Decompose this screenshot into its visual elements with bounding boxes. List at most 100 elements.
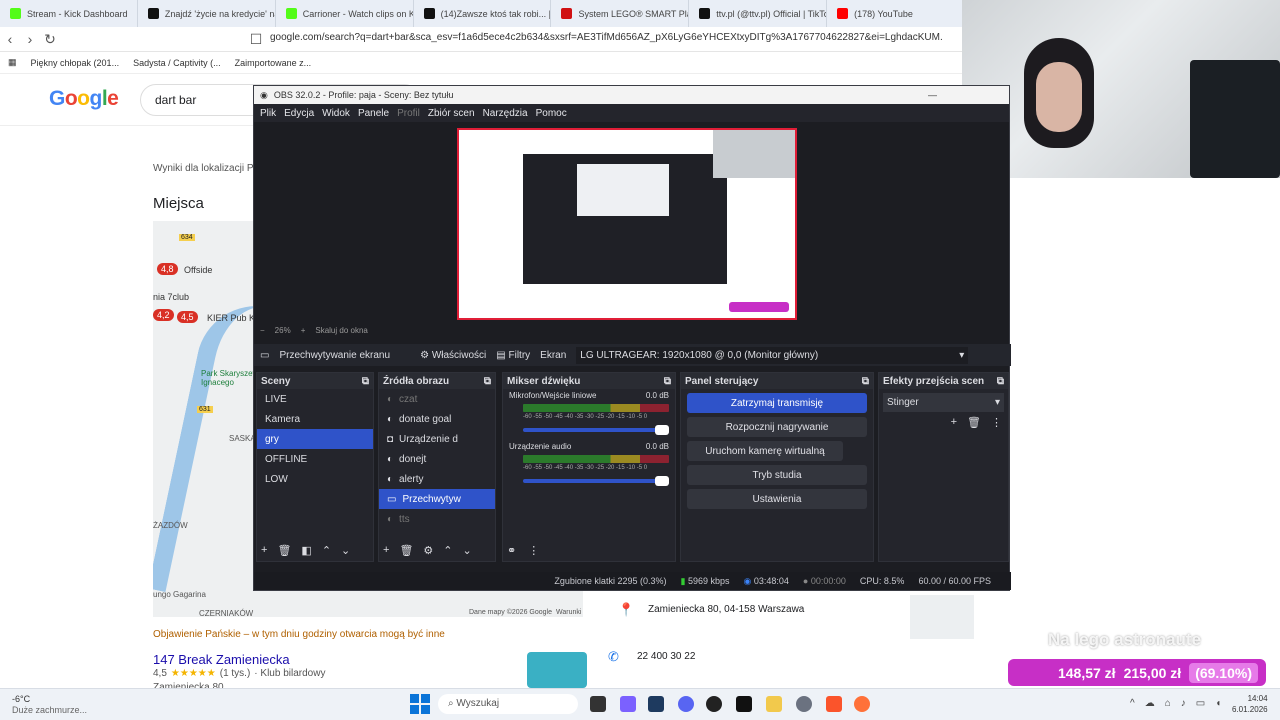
map-terms-link[interactable]: Warunki <box>556 609 581 616</box>
copilot-icon[interactable] <box>620 696 636 712</box>
menu-profil[interactable]: Profil <box>397 108 420 119</box>
bookmark-icon[interactable]: ☐ <box>246 31 266 48</box>
forward-icon[interactable]: › <box>20 31 40 47</box>
browser-tab[interactable]: (178) YouTube <box>827 0 966 27</box>
menu-edycja[interactable]: Edycja <box>284 108 314 119</box>
minimize-icon[interactable]: — <box>928 90 937 100</box>
brave-icon[interactable] <box>826 696 842 712</box>
tiktok-icon[interactable] <box>736 696 752 712</box>
store-icon[interactable] <box>648 696 664 712</box>
undock-icon[interactable]: ⧉ <box>997 376 1004 387</box>
up-icon[interactable]: ⌃ <box>322 544 331 557</box>
menu-widok[interactable]: Widok <box>322 108 350 119</box>
taskview-icon[interactable] <box>590 696 606 712</box>
display-icon[interactable]: ▭ <box>1196 698 1205 709</box>
result-reviews[interactable]: (1 tys.) <box>220 668 251 679</box>
obs-taskbar-icon[interactable] <box>706 696 722 712</box>
undock-icon[interactable]: ⧉ <box>484 376 491 387</box>
weather-widget[interactable]: -6°C Duże zachmurze... <box>12 694 87 716</box>
zoom-in-button[interactable]: + <box>301 326 306 335</box>
map-pin-rating[interactable]: 4,2 <box>153 309 174 321</box>
cloud-icon[interactable]: ☁ <box>1145 698 1155 709</box>
scene-item[interactable]: LIVE <box>257 389 373 409</box>
start-recording-button[interactable]: Rozpocznij nagrywanie <box>687 417 867 437</box>
obs-preview[interactable] <box>457 128 797 320</box>
gear-icon[interactable]: ⚙ <box>423 544 433 557</box>
settings-button[interactable]: Ustawienia <box>687 489 867 509</box>
apps-icon[interactable]: ▦ <box>8 57 17 68</box>
settings-icon[interactable] <box>796 696 812 712</box>
zoom-out-button[interactable]: − <box>260 326 265 335</box>
browser-tab[interactable]: ttv.pl (@ttv.pl) Official | TikTok <box>689 0 828 27</box>
discord-icon[interactable] <box>678 696 694 712</box>
source-item[interactable]: ◐ donejt <box>379 449 495 469</box>
down-icon[interactable]: ⌄ <box>341 544 350 557</box>
volume-icon[interactable]: ◖ <box>1215 698 1221 709</box>
menu-plik[interactable]: Plik <box>260 108 276 119</box>
down-icon[interactable]: ⌄ <box>463 544 472 557</box>
trash-icon[interactable]: 🗑 <box>967 416 981 429</box>
browser-tab[interactable]: System LEGO® SMART Play™ <box>551 0 690 27</box>
trash-icon[interactable]: 🗑 <box>399 544 413 557</box>
add-icon[interactable]: + <box>261 544 267 557</box>
properties-button[interactable]: ⚙ Właściwości <box>420 350 486 361</box>
link-icon[interactable]: ⚭ <box>507 544 516 557</box>
undock-icon[interactable]: ⧉ <box>862 376 869 387</box>
trash-icon[interactable]: 🗑 <box>277 544 291 557</box>
reload-icon[interactable]: ↻ <box>40 31 60 48</box>
slider-knob[interactable] <box>655 476 669 486</box>
add-icon[interactable]: + <box>951 416 957 429</box>
stop-stream-button[interactable]: Zatrzymaj transmisję <box>687 393 867 413</box>
result-thumbnail[interactable] <box>527 652 587 688</box>
filters-button[interactable]: ▤ Filtry <box>496 350 530 361</box>
back-icon[interactable]: ‹ <box>0 31 20 47</box>
more-icon[interactable]: ⋮ <box>528 544 539 557</box>
clock[interactable]: 14:04 6.01.2026 <box>1232 693 1268 715</box>
up-icon[interactable]: ⌃ <box>443 544 452 557</box>
browser-tab[interactable]: Znajdź 'życie na kredycie' na T <box>138 0 276 27</box>
google-logo[interactable]: Google <box>49 87 119 111</box>
menu-panele[interactable]: Panele <box>358 108 389 119</box>
map-pin-rating[interactable]: 4,8 <box>157 263 178 275</box>
scene-item[interactable]: OFFLINE <box>257 449 373 469</box>
bookmark-item-2[interactable]: Sadysta / Captivity (... <box>133 58 221 68</box>
chevron-up-icon[interactable]: ^ <box>1130 698 1135 709</box>
bookmark-item-1[interactable]: Piękny chłopak (201... <box>31 58 120 68</box>
scene-item[interactable]: Kamera <box>257 409 373 429</box>
source-item[interactable]: ◘ Urządzenie d <box>379 429 495 449</box>
menu-zbior-scen[interactable]: Zbiór scen <box>428 108 475 119</box>
source-item[interactable]: ◐ donate goal <box>379 409 495 429</box>
volume-slider[interactable] <box>523 476 669 486</box>
menu-pomoc[interactable]: Pomoc <box>536 108 567 119</box>
result-title[interactable]: 147 Break Zamieniecka <box>153 652 290 667</box>
source-item[interactable]: ◐ tts <box>379 509 495 529</box>
mic-icon[interactable]: ♪ <box>1181 698 1186 709</box>
transition-select[interactable]: Stinger ▾ <box>883 393 1004 412</box>
firefox-icon[interactable] <box>854 696 870 712</box>
browser-tab[interactable]: Stream - Kick Dashboard <box>0 0 138 27</box>
side-phone[interactable]: 22 400 30 22 <box>637 651 695 662</box>
screen-select[interactable]: LG ULTRAGEAR: 1920x1080 @ 0,0 (Monitor g… <box>576 346 969 364</box>
undock-icon[interactable]: ⧉ <box>664 376 671 387</box>
volume-slider[interactable] <box>523 425 669 435</box>
scale-mode[interactable]: Skaluj do okna <box>315 326 367 335</box>
browser-tab[interactable]: (14)Zawsze ktoś tak robi... | Ti <box>414 0 552 27</box>
virtual-camera-button[interactable]: Uruchom kamerę wirtualną <box>687 441 843 461</box>
filter-icon[interactable]: ◧ <box>301 544 311 557</box>
network-icon[interactable]: ⌂ <box>1165 698 1171 709</box>
start-icon[interactable] <box>410 694 430 714</box>
studio-mode-button[interactable]: Tryb studia <box>687 465 867 485</box>
folder-icon[interactable] <box>766 696 782 712</box>
taskbar-search[interactable]: ⌕ Wyszukaj <box>438 694 578 714</box>
source-item[interactable]: ◐ czat <box>379 389 495 409</box>
undock-icon[interactable]: ⧉ <box>362 376 369 387</box>
slider-knob[interactable] <box>655 425 669 435</box>
add-icon[interactable]: + <box>383 544 389 557</box>
more-icon[interactable]: ⋮ <box>991 416 1002 429</box>
scene-item-selected[interactable]: gry <box>257 429 373 449</box>
url-field[interactable]: google.com/search?q=dart+bar&sca_esv=f1a… <box>270 32 942 48</box>
bookmark-item-3[interactable]: Zaimportowane z... <box>235 58 312 68</box>
source-item-selected[interactable]: ▭ Przechwytyw <box>379 489 495 509</box>
browser-tab[interactable]: Carrioner - Watch clips on Kick <box>276 0 414 27</box>
map-pin-rating[interactable]: 4,5 <box>177 311 198 323</box>
